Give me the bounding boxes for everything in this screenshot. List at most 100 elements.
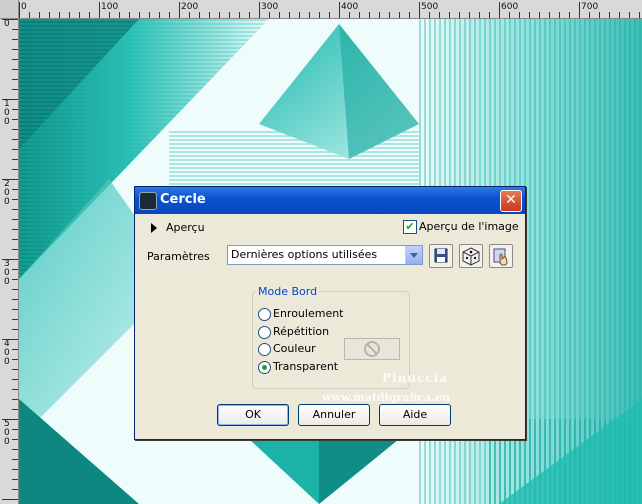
ruler-tick xyxy=(179,2,180,18)
ruler-tick xyxy=(359,12,360,18)
ruler-tick xyxy=(12,449,18,450)
edit-preset-button[interactable] xyxy=(489,244,513,268)
ruler-tick xyxy=(339,2,340,18)
ruler-tick xyxy=(159,12,160,18)
ruler-tick xyxy=(49,12,50,18)
ruler-tick xyxy=(2,259,18,260)
ruler-tick xyxy=(2,419,18,420)
ruler-tick xyxy=(409,12,410,18)
ruler-tick xyxy=(469,12,470,18)
ruler-tick xyxy=(249,12,250,18)
ruler-label: 2 0 0 xyxy=(4,179,10,207)
ruler-tick xyxy=(429,12,430,18)
radio-label-couleur[interactable]: Couleur xyxy=(273,342,316,355)
ruler-tick xyxy=(12,89,18,90)
ruler-tick xyxy=(12,109,18,110)
ruler-tick xyxy=(69,12,70,18)
ruler-tick xyxy=(2,99,18,100)
ruler-corner xyxy=(0,0,19,19)
watermark-name: Pinuccia xyxy=(382,371,448,385)
ruler-label: 0 xyxy=(21,2,27,12)
image-preview-label[interactable]: Aperçu de l'image xyxy=(419,220,519,233)
ruler-tick xyxy=(199,12,200,18)
ruler-tick xyxy=(12,459,18,460)
ruler-tick xyxy=(12,219,18,220)
color-swatch[interactable] xyxy=(344,338,400,360)
ruler-tick xyxy=(12,149,18,150)
ruler-tick xyxy=(12,349,18,350)
radio-repetition[interactable] xyxy=(258,326,271,339)
help-button[interactable]: Aide xyxy=(379,404,451,426)
ruler-tick xyxy=(12,309,18,310)
ruler-tick xyxy=(349,12,350,18)
params-select[interactable]: Dernières options utilisées xyxy=(227,245,423,265)
ruler-tick xyxy=(12,49,18,50)
ruler-tick xyxy=(12,319,18,320)
cancel-button[interactable]: Annuler xyxy=(298,404,370,426)
ruler-tick xyxy=(559,12,560,18)
ruler-label: 500 xyxy=(421,2,439,12)
ruler-tick xyxy=(12,189,18,190)
ruler-tick xyxy=(599,12,600,18)
ruler-label: 300 xyxy=(261,2,279,12)
ruler-tick xyxy=(589,12,590,18)
ruler-tick xyxy=(12,139,18,140)
radio-transparent[interactable] xyxy=(258,361,271,374)
chevron-down-icon[interactable] xyxy=(405,246,422,264)
ruler-tick xyxy=(439,12,440,18)
ruler-tick xyxy=(79,12,80,18)
ruler-tick xyxy=(2,179,18,180)
app-icon xyxy=(139,192,157,210)
ruler-tick xyxy=(12,199,18,200)
ruler-tick xyxy=(89,12,90,18)
ruler-tick xyxy=(2,339,18,340)
radio-label-enroulement[interactable]: Enroulement xyxy=(273,307,344,320)
radio-label-repetition[interactable]: Répétition xyxy=(273,325,329,338)
ruler-left: 0 1 0 0 2 0 0 3 0 0 4 0 0 5 0 0 xyxy=(0,18,19,504)
close-button[interactable]: ✕ xyxy=(500,190,522,212)
ruler-tick xyxy=(399,12,400,18)
ruler-tick xyxy=(169,12,170,18)
image-preview-checkbox[interactable]: ✔ xyxy=(403,220,417,234)
preview-toggle-label[interactable]: Aperçu xyxy=(166,221,205,234)
ruler-label: 400 xyxy=(341,2,359,12)
ruler-tick xyxy=(12,409,18,410)
save-preset-button[interactable] xyxy=(429,244,453,268)
ruler-tick xyxy=(539,12,540,18)
ruler-tick xyxy=(279,12,280,18)
ruler-tick xyxy=(499,2,500,18)
ruler-tick xyxy=(389,12,390,18)
ruler-tick xyxy=(2,499,18,500)
params-select-value: Dernières options utilisées xyxy=(231,248,378,261)
ruler-label: 4 0 0 xyxy=(4,339,10,367)
ruler-tick xyxy=(489,12,490,18)
ruler-tick xyxy=(329,12,330,18)
random-button[interactable] xyxy=(459,244,483,268)
ruler-tick xyxy=(369,12,370,18)
ruler-tick xyxy=(12,29,18,30)
ruler-tick xyxy=(479,12,480,18)
radio-label-transparent[interactable]: Transparent xyxy=(273,360,338,373)
ruler-tick xyxy=(12,429,18,430)
ruler-label: 200 xyxy=(181,2,199,12)
expand-triangle-icon[interactable] xyxy=(151,223,157,233)
ruler-tick xyxy=(609,12,610,18)
ruler-tick xyxy=(619,12,620,18)
ruler-tick xyxy=(529,12,530,18)
ruler-tick xyxy=(12,479,18,480)
ruler-tick xyxy=(12,69,18,70)
no-color-icon xyxy=(364,341,380,357)
radio-couleur[interactable] xyxy=(258,343,271,356)
ruler-tick xyxy=(12,359,18,360)
radio-enroulement[interactable] xyxy=(258,308,271,321)
ok-button[interactable]: OK xyxy=(217,404,289,426)
save-icon xyxy=(434,248,448,263)
ruler-tick xyxy=(569,12,570,18)
ruler-label: 600 xyxy=(501,2,519,12)
ruler-tick xyxy=(12,239,18,240)
hand-edit-icon xyxy=(493,248,508,266)
ruler-tick xyxy=(12,249,18,250)
ruler-tick xyxy=(12,389,18,390)
dialog-titlebar[interactable]: Cercle ✕ xyxy=(135,187,525,214)
ruler-tick xyxy=(39,12,40,18)
